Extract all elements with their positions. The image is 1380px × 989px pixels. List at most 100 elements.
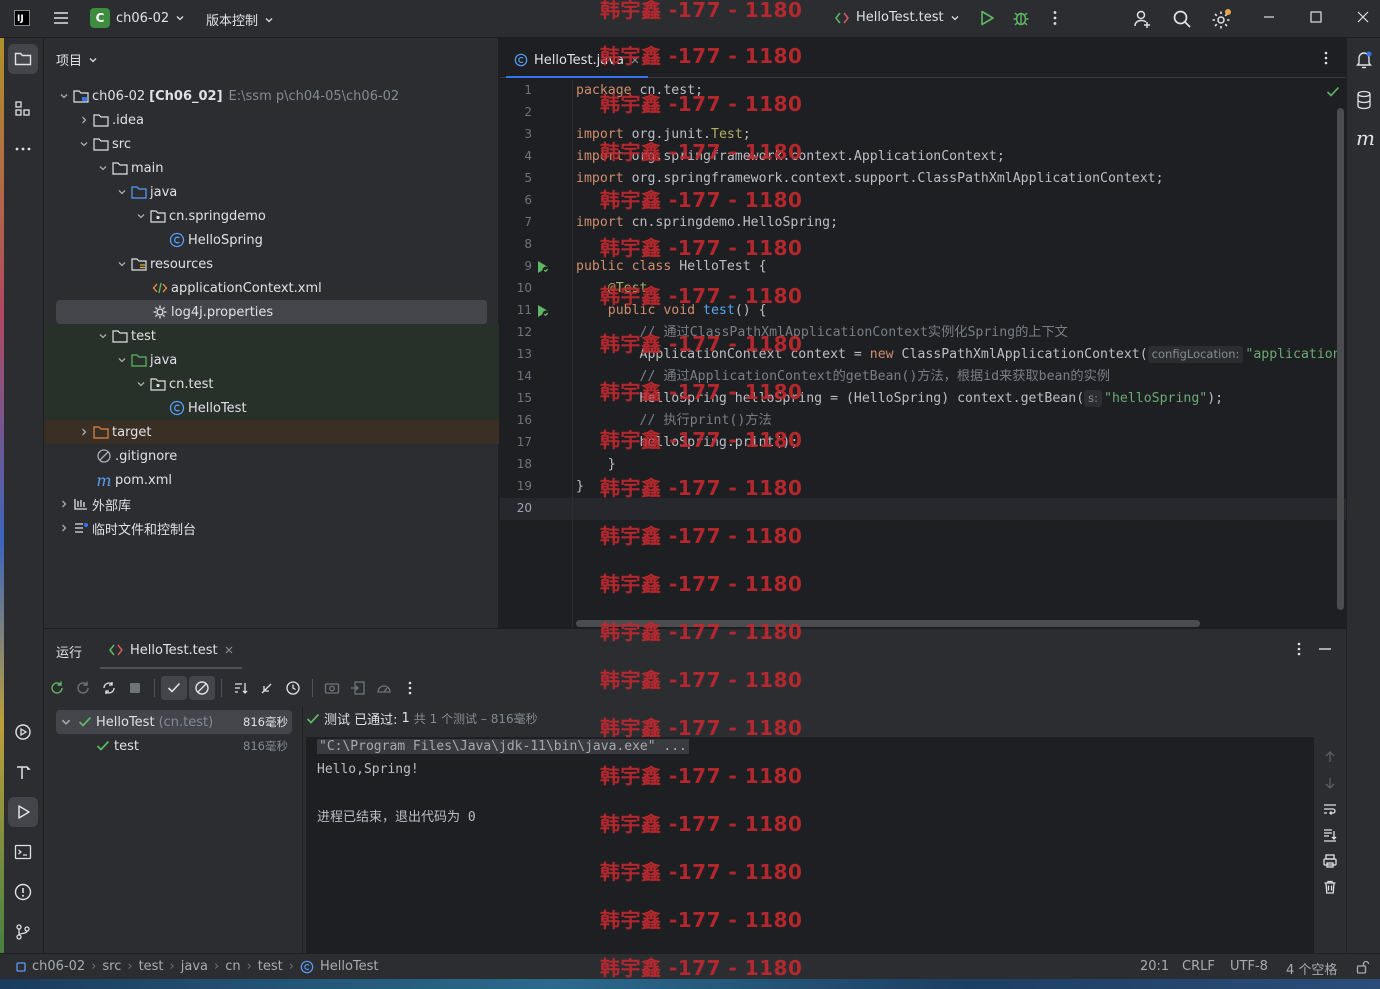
intellij-logo-icon[interactable]: IJ (14, 10, 30, 26)
maximize-window-button[interactable] (1309, 10, 1323, 24)
print-icon[interactable] (1322, 853, 1338, 869)
vcs-menu[interactable]: 版本控制 (206, 10, 274, 29)
chevron-down-icon (133, 208, 149, 224)
breadcrumb-item[interactable]: java (181, 959, 208, 974)
breadcrumb-item[interactable]: test (258, 959, 283, 974)
run-tab-hellotest[interactable]: HelloTest.test (100, 633, 242, 669)
watermark-text: 韩宇鑫 -177 - 1180 (600, 956, 803, 980)
run-test-method-gutter-button[interactable] (535, 303, 551, 319)
editor-tabs-menu-button[interactable] (1318, 50, 1334, 66)
run-test-icon (538, 305, 550, 318)
trash-icon[interactable] (1322, 879, 1338, 895)
tree-node-applicationcontext-xml[interactable]: applicationContext.xml (44, 276, 499, 300)
notifications-button[interactable] (1355, 50, 1373, 70)
tree-node-test-java[interactable]: java (44, 348, 499, 372)
tree-node-log4j-properties[interactable]: log4j.properties (44, 300, 499, 324)
structure-tool-button[interactable] (8, 94, 38, 124)
terminal-tool-button[interactable] (8, 837, 38, 867)
tree-node-hellotest[interactable]: HelloTest (44, 396, 499, 420)
tree-node-gitignore[interactable]: .gitignore (44, 444, 499, 468)
collapse-all-button[interactable] (254, 676, 280, 700)
code-with-me-button[interactable] (1133, 9, 1153, 29)
build-tool-button[interactable] (8, 757, 38, 787)
breadcrumb-item[interactable]: src (102, 959, 121, 974)
breadcrumb-item[interactable]: cn (225, 959, 240, 974)
main-menu-icon[interactable] (52, 9, 70, 27)
run-panel-options-button[interactable] (1291, 641, 1307, 657)
export-results-button[interactable] (319, 676, 345, 700)
problems-tool-button[interactable] (8, 877, 38, 907)
close-tab-icon[interactable] (224, 645, 234, 655)
tree-node-cn-springdemo[interactable]: cn.springdemo (44, 204, 499, 228)
import-results-button[interactable] (345, 676, 371, 700)
tree-node-external-libraries[interactable]: 外部库 (44, 492, 499, 516)
scroll-to-end-icon[interactable] (1322, 827, 1338, 843)
tree-node-pom-xml[interactable]: m pom.xml (44, 468, 499, 492)
tree-node-cn-test[interactable]: cn.test (44, 372, 499, 396)
test-summary-count: 1 (401, 711, 410, 726)
maven-icon: m (1356, 126, 1375, 150)
breadcrumb-item[interactable]: test (139, 959, 164, 974)
coverage-button[interactable] (371, 676, 397, 700)
close-window-button[interactable] (1356, 10, 1370, 24)
rerun-button[interactable] (44, 676, 70, 700)
line-separator[interactable]: CRLF (1182, 959, 1215, 974)
more-actions-button[interactable] (1046, 9, 1064, 27)
editor-vertical-scrollbar[interactable] (1337, 108, 1344, 610)
line-number: 16 (516, 413, 532, 427)
minimize-window-button[interactable] (1262, 10, 1276, 24)
test-node-test[interactable]: test 816毫秒 (56, 734, 292, 758)
project-tool-button[interactable] (8, 44, 38, 74)
run-tool-button[interactable] (8, 797, 38, 827)
maven-tool-button[interactable]: m (1356, 126, 1375, 150)
soft-wrap-icon[interactable] (1322, 801, 1338, 817)
debug-button[interactable] (1012, 9, 1030, 27)
caret-position[interactable]: 20:1 (1140, 959, 1169, 974)
console-command-line[interactable]: "C:\Program Files\Java\jdk-11\bin\java.e… (317, 739, 689, 754)
test-node-hellotest[interactable]: HelloTest (cn.test) 816毫秒 (56, 710, 292, 734)
run-button[interactable] (978, 9, 996, 27)
tree-node-project-root[interactable]: ch06-02 [Ch06_02] E:\ssm p\ch04-05\ch06-… (44, 84, 499, 108)
breadcrumb-item[interactable]: ch06-02 (32, 959, 85, 974)
project-panel-header[interactable]: 项目 (56, 50, 98, 69)
more-tools-button[interactable] (8, 134, 38, 164)
file-encoding[interactable]: UTF-8 (1230, 959, 1268, 974)
console-output[interactable]: "C:\Program Files\Java\jdk-11\bin\java.e… (306, 737, 1314, 953)
auto-test-icon (103, 682, 115, 694)
show-ignored-toggle[interactable] (189, 676, 215, 700)
git-tool-button[interactable] (8, 917, 38, 947)
tree-node-scratches[interactable]: 临时文件和控制台 (44, 516, 499, 540)
tree-node-test[interactable]: test (44, 324, 499, 348)
tree-node-main[interactable]: main (44, 156, 499, 180)
database-tool-button[interactable] (1355, 90, 1373, 110)
tree-node-src[interactable]: src (44, 132, 499, 156)
toggle-auto-test-button[interactable] (96, 676, 122, 700)
tree-node-target[interactable]: target (44, 420, 499, 444)
project-badge: C (90, 8, 110, 28)
services-tool-button[interactable] (8, 717, 38, 747)
indent-setting[interactable]: 4 个空格 (1286, 959, 1337, 978)
run-config-selector[interactable]: HelloTest.test (834, 10, 960, 25)
splitter[interactable] (302, 707, 303, 954)
run-test-class-gutter-button[interactable] (535, 259, 551, 275)
project-switcher[interactable]: C ch06-02 (90, 8, 185, 28)
rerun-failed-button[interactable] (70, 676, 96, 700)
tree-node-hellospring[interactable]: HelloSpring (44, 228, 499, 252)
stop-button[interactable] (122, 676, 148, 700)
arrow-up-icon[interactable] (1322, 749, 1338, 765)
tree-node-main-java[interactable]: java (44, 180, 499, 204)
sort-button[interactable] (228, 676, 254, 700)
test-history-button[interactable] (280, 676, 306, 700)
more-run-actions-button[interactable] (397, 676, 423, 700)
read-only-toggle[interactable] (1356, 960, 1370, 974)
show-passed-toggle[interactable] (161, 676, 187, 700)
chevron-down-icon (133, 376, 149, 392)
hide-run-panel-button[interactable] (1317, 641, 1333, 657)
settings-button[interactable] (1211, 8, 1233, 30)
arrow-down-icon[interactable] (1322, 775, 1338, 791)
breadcrumb-item[interactable]: HelloTest (320, 959, 379, 974)
inspection-status[interactable] (1326, 86, 1340, 98)
tree-node-resources[interactable]: resources (44, 252, 499, 276)
search-everywhere-button[interactable] (1172, 9, 1192, 29)
tree-node-idea[interactable]: .idea (44, 108, 499, 132)
